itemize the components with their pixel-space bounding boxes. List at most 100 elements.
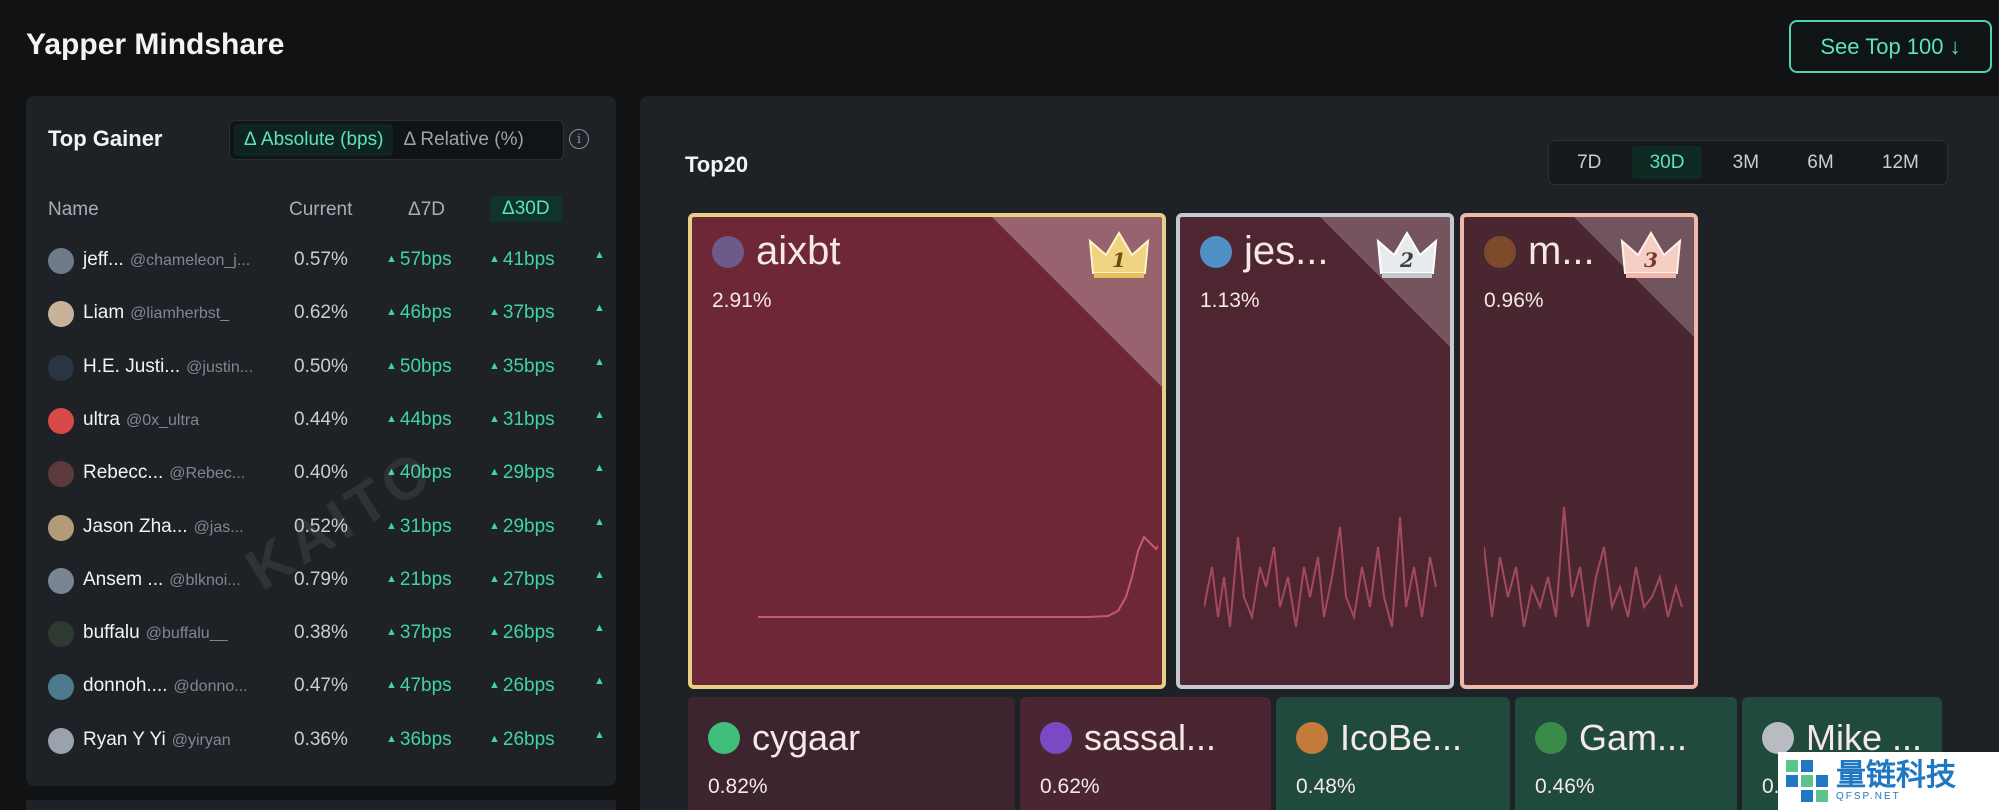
tile-name-row: aixbt	[712, 229, 841, 274]
up-arrow-icon: ▲	[489, 466, 500, 479]
tile-percentage: 0.96%	[1484, 289, 1544, 312]
row-delta-30d: ▲ 31bps	[489, 408, 555, 430]
top20-panel: Top20 7D 30D 3M 6M 12M 1 aixbt 2.91% 2 j…	[640, 96, 1999, 810]
rank-number: 1	[1112, 248, 1126, 272]
period-6m[interactable]: 6M	[1789, 146, 1851, 179]
period-7d[interactable]: 7D	[1559, 146, 1619, 179]
row-current: 0.36%	[294, 728, 348, 750]
col-d30[interactable]: Δ30D	[490, 196, 562, 222]
row-delta-30d: ▲ 29bps	[489, 462, 555, 484]
col-current[interactable]: Current	[289, 199, 352, 221]
row-delta-30d: ▲ 35bps	[489, 355, 555, 377]
tile-name: aixbt	[756, 229, 841, 273]
table-row[interactable]: donnoh.... @donno... 0.47% ▲ 47bps ▲ 26bps ▲	[26, 660, 616, 714]
row-delta-30d: ▲ 29bps	[489, 515, 555, 537]
up-arrow-icon: ▲	[489, 572, 500, 585]
toggle-absolute[interactable]: Δ Absolute (bps)	[234, 124, 394, 156]
see-top-100-button[interactable]: See Top 100 ↓	[1789, 20, 1992, 73]
row-name: jeff... @chameleon_j...	[83, 249, 251, 270]
row-delta-7d: ▲ 50bps	[386, 355, 452, 377]
row-name: ultra @0x_ultra	[83, 408, 200, 430]
tile-percentage: 0.46%	[1535, 775, 1595, 798]
row-handle: @chameleon_j...	[129, 252, 251, 269]
row-handle: @jas...	[193, 518, 244, 536]
period-30d[interactable]: 30D	[1631, 146, 1703, 179]
period-3m[interactable]: 3M	[1715, 146, 1777, 179]
info-icon[interactable]: i	[569, 129, 589, 149]
table-row[interactable]: jeff... @chameleon_j... 0.57% ▲ 57bps ▲ 41bps ▲	[26, 234, 616, 288]
tile-name: IcoBe...	[1340, 717, 1463, 758]
tile-rank-4[interactable]: cygaar 0.82%	[688, 697, 1015, 810]
rank-number: 2	[1399, 248, 1414, 272]
row-name: Liam @liamherbst_	[83, 302, 230, 324]
up-arrow-icon: ▲	[594, 462, 605, 475]
top20-title: Top20	[685, 152, 749, 177]
period-selector: 7D 30D 3M 6M 12M	[1548, 140, 1948, 185]
next-panel-edge	[26, 800, 616, 810]
tile-name-row: cygaar	[708, 717, 860, 759]
rank-number: 3	[1644, 248, 1658, 272]
logo-text: 量链科技	[1836, 758, 1956, 792]
site-logo: 量链科技 QFSP.NET	[1778, 752, 1999, 810]
row-handle: @blknoi...	[169, 571, 241, 589]
up-arrow-icon: ▲	[489, 253, 500, 265]
tile-rank-7[interactable]: Gam... 0.46%	[1515, 697, 1737, 810]
col-d7[interactable]: Δ7D	[408, 199, 445, 221]
table-row[interactable]: ultra @0x_ultra 0.44% ▲ 44bps ▲ 31bps ▲	[26, 394, 616, 448]
avatar	[1040, 722, 1072, 754]
top-gainer-panel: Top Gainer Δ Absolute (bps) Δ Relative (…	[26, 96, 616, 786]
row-current: 0.50%	[294, 355, 348, 377]
row-handle: @liamherbst_	[130, 305, 230, 323]
tile-name-row: Gam...	[1535, 717, 1687, 759]
tile-rank-6[interactable]: IcoBe... 0.48%	[1276, 697, 1510, 810]
up-arrow-icon: ▲	[386, 412, 397, 425]
see-top-100-label: See Top 100 ↓	[1820, 33, 1961, 59]
up-arrow-icon: ▲	[594, 249, 605, 261]
table-row[interactable]: Ryan Y Yi @yiryan 0.36% ▲ 36bps ▲ 26bps ▲	[26, 714, 616, 768]
up-arrow-icon: ▲	[594, 515, 605, 528]
avatar	[48, 461, 74, 488]
avatar	[48, 354, 74, 381]
row-name: buffalu @buffalu__	[83, 622, 228, 644]
avatar	[1200, 235, 1232, 268]
period-12m[interactable]: 12M	[1864, 146, 1937, 179]
tile-percentage: 2.91%	[712, 289, 772, 312]
tile-percentage: 0.82%	[708, 775, 768, 798]
toggle-relative[interactable]: Δ Relative (%)	[393, 124, 533, 156]
up-arrow-icon: ▲	[489, 626, 500, 639]
up-arrow-icon: ▲	[594, 728, 605, 741]
row-delta-7d: ▲ 37bps	[386, 622, 452, 644]
row-delta-30d: ▲ 26bps	[489, 622, 555, 644]
row-handle: @donno...	[173, 678, 248, 696]
tile-rank-1[interactable]: 1 aixbt 2.91%	[688, 213, 1166, 689]
tile-name: m...	[1528, 229, 1595, 273]
up-arrow-icon: ▲	[489, 519, 500, 532]
up-arrow-icon: ▲	[386, 359, 397, 372]
up-arrow-icon: ▲	[386, 306, 397, 319]
table-row[interactable]: Liam @liamherbst_ 0.62% ▲ 46bps ▲ 37bps ▲	[26, 287, 616, 341]
tile-rank-2[interactable]: 2 jes... 1.13%	[1176, 213, 1454, 689]
row-delta-30d: ▲ 37bps	[489, 302, 555, 324]
up-arrow-icon: ▲	[489, 732, 500, 745]
row-name: Ryan Y Yi @yiryan	[83, 728, 231, 750]
tile-rank-3[interactable]: 3 m... 0.96%	[1460, 213, 1698, 689]
tile-percentage: 0.48%	[1296, 775, 1356, 798]
table-row[interactable]: buffalu @buffalu__ 0.38% ▲ 37bps ▲ 26bps ▲	[26, 607, 616, 661]
row-delta-7d: ▲ 46bps	[386, 302, 452, 324]
tile-percentage: 0.62%	[1040, 775, 1100, 798]
row-handle: @Rebec...	[169, 465, 246, 483]
up-arrow-icon: ▲	[489, 359, 500, 372]
row-name: Rebecc... @Rebec...	[83, 462, 246, 484]
tile-percentage: 1.13%	[1200, 289, 1260, 312]
avatar	[48, 301, 74, 328]
row-delta-30d: ▲ 27bps	[489, 568, 555, 590]
row-delta-7d: ▲ 36bps	[386, 728, 452, 750]
avatar	[712, 235, 744, 268]
avatar	[48, 567, 74, 594]
tile-rank-5[interactable]: sassal... 0.62%	[1020, 697, 1271, 810]
up-arrow-icon: ▲	[594, 302, 605, 315]
table-row[interactable]: H.E. Justi... @justin... 0.50% ▲ 50bps ▲ 35bps…	[26, 341, 616, 395]
col-name[interactable]: Name	[48, 199, 99, 221]
up-arrow-icon: ▲	[386, 679, 397, 692]
row-delta-7d: ▲ 57bps	[386, 249, 452, 270]
